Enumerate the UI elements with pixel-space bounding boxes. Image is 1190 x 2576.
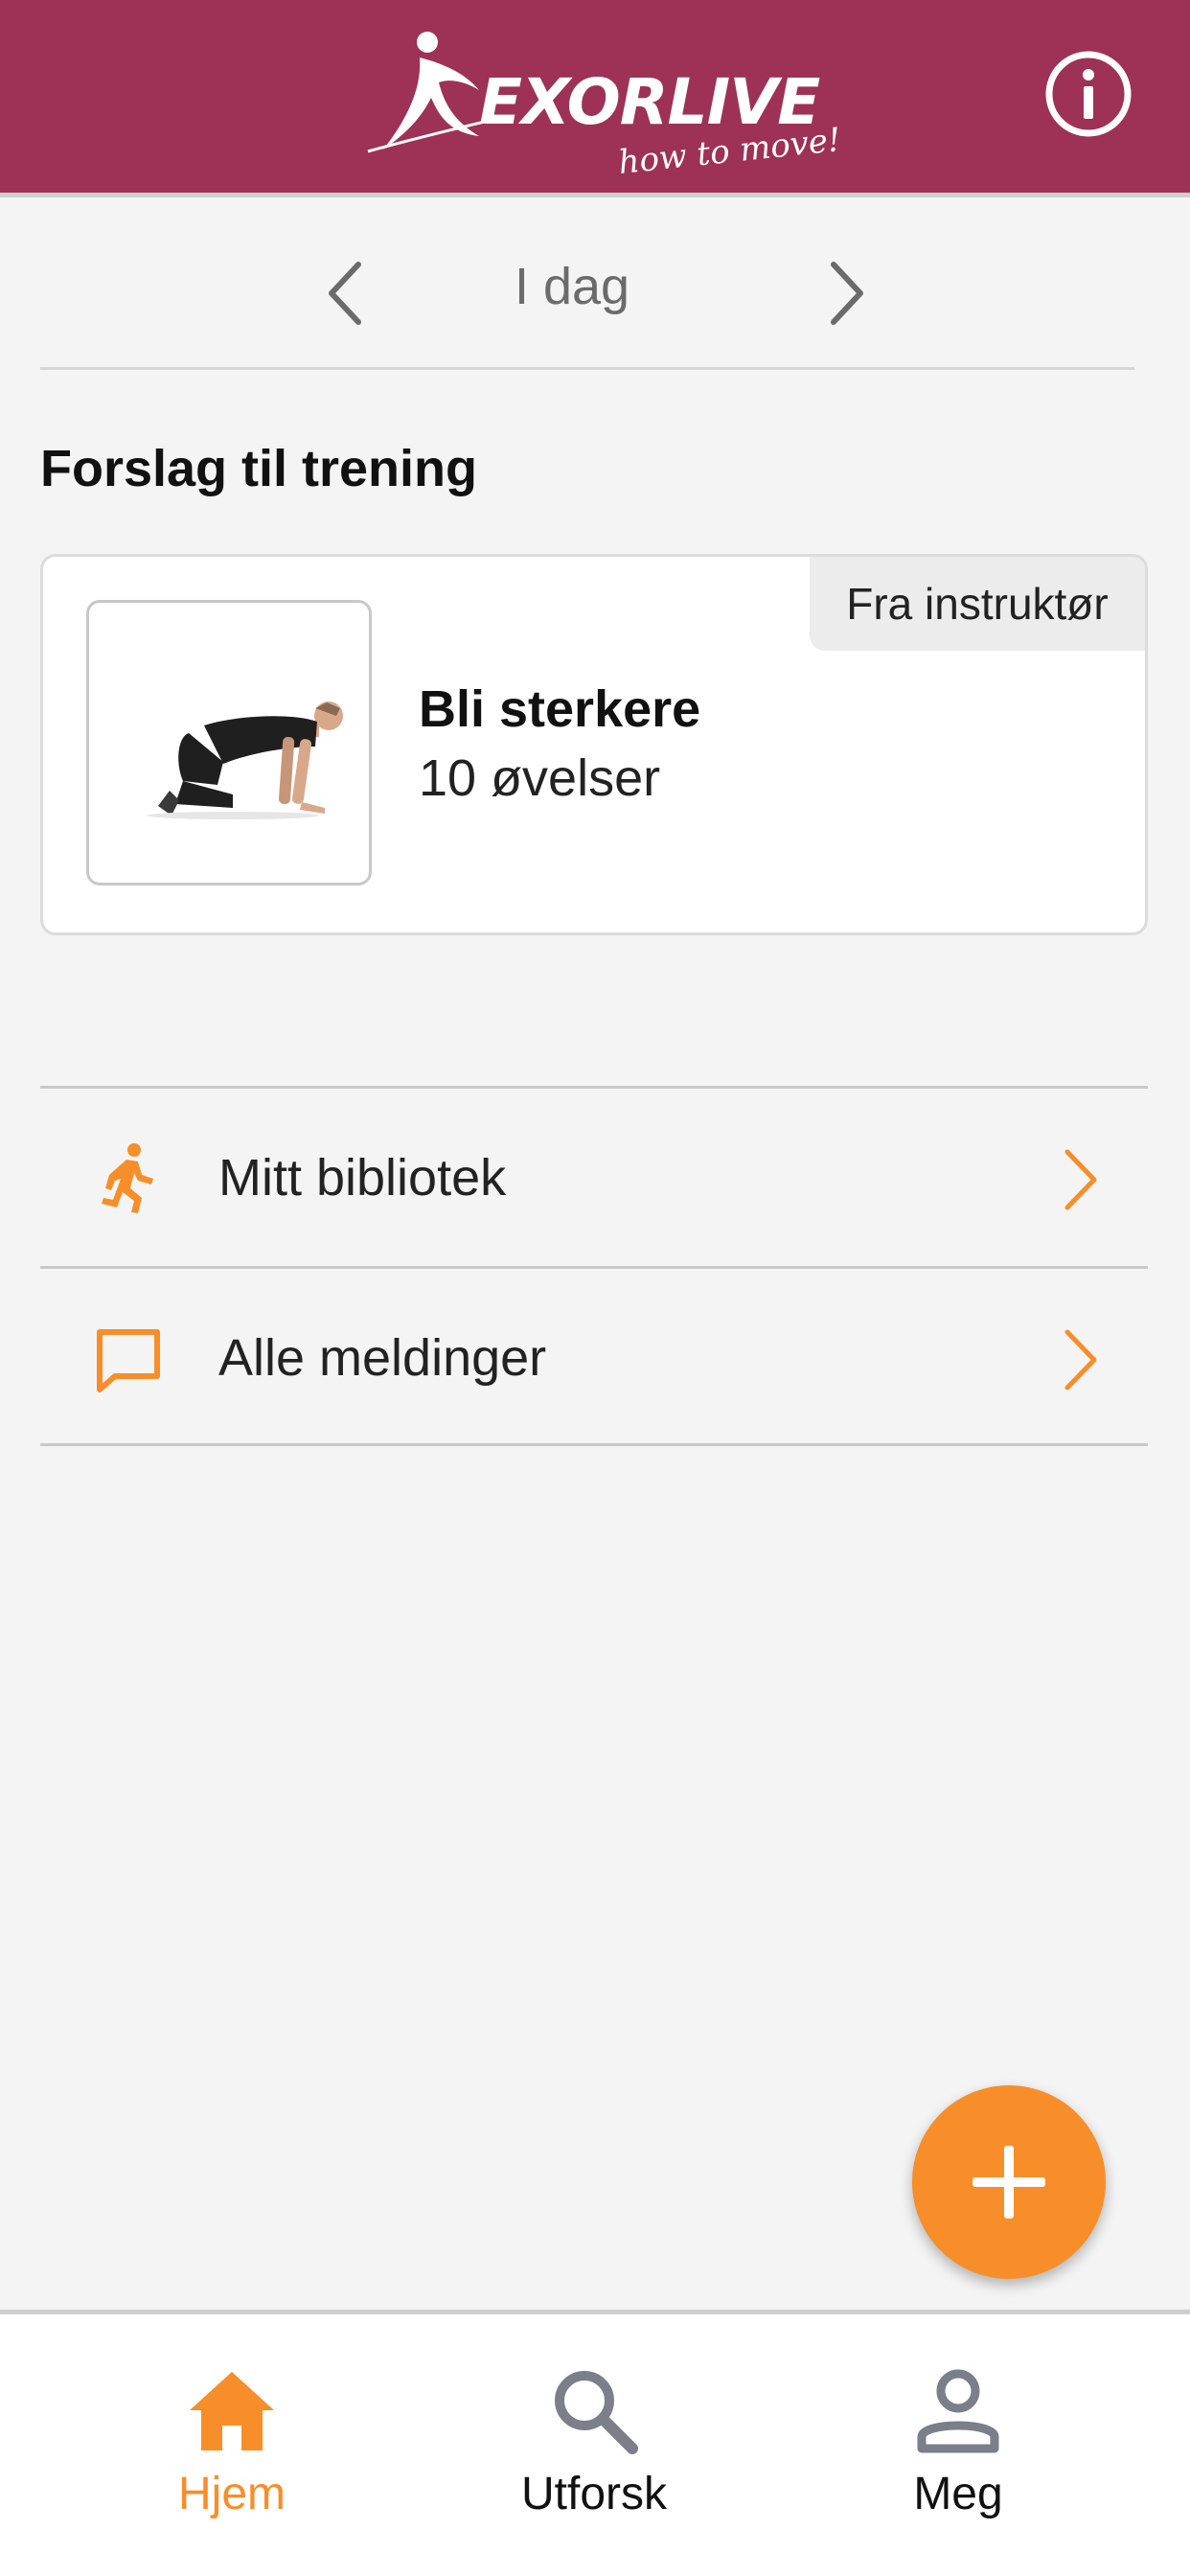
tab-label: Meg <box>913 2469 1003 2519</box>
list-item-messages[interactable]: Alle meldinger <box>40 1266 1148 1446</box>
info-icon[interactable] <box>1042 48 1134 140</box>
tab-explore[interactable]: Utforsk <box>450 2314 738 2576</box>
add-button[interactable] <box>912 2085 1106 2279</box>
chevron-right-icon <box>1064 1149 1097 1210</box>
tab-me[interactable]: Meg <box>814 2314 1102 2576</box>
tab-home[interactable]: Hjem <box>88 2314 376 2576</box>
list-item-label: Alle meldinger <box>218 1329 547 1387</box>
app-header: EXORLIVE how to move! <box>0 0 1190 197</box>
bottom-nav: Hjem Utforsk Meg <box>0 2310 1190 2576</box>
exercise-count: 10 øvelser <box>419 749 661 807</box>
date-label: I dag <box>514 258 630 315</box>
message-icon <box>97 1329 160 1392</box>
instructor-badge: Fra instruktør <box>810 557 1145 651</box>
search-icon <box>555 2371 638 2454</box>
exercise-figure-icon <box>147 702 343 819</box>
plus-icon <box>973 2146 1045 2219</box>
workout-title: Bli sterkere <box>419 680 701 738</box>
running-person-icon <box>102 1143 153 1213</box>
workout-card[interactable]: Fra instruktør Bli sterkere 10 øvelser <box>40 554 1148 935</box>
list-item-library[interactable]: Mitt bibliotek <box>40 1086 1148 1266</box>
chevron-right-icon[interactable] <box>816 255 874 332</box>
tab-label: Hjem <box>177 2469 286 2519</box>
exorlive-logo: EXORLIVE how to move! <box>364 29 843 182</box>
home-icon <box>190 2372 274 2450</box>
date-navigator: I dag <box>40 197 1134 370</box>
chevron-left-icon[interactable] <box>318 255 376 332</box>
tab-label: Utforsk <box>520 2469 667 2519</box>
person-icon <box>917 2369 999 2453</box>
chevron-right-icon <box>1064 1329 1097 1391</box>
section-title: Forslag til trening <box>40 440 478 497</box>
list-item-label: Mitt bibliotek <box>218 1149 507 1207</box>
workout-thumbnail <box>86 600 372 886</box>
link-list: Mitt bibliotek Alle meldinger <box>40 1086 1148 1446</box>
